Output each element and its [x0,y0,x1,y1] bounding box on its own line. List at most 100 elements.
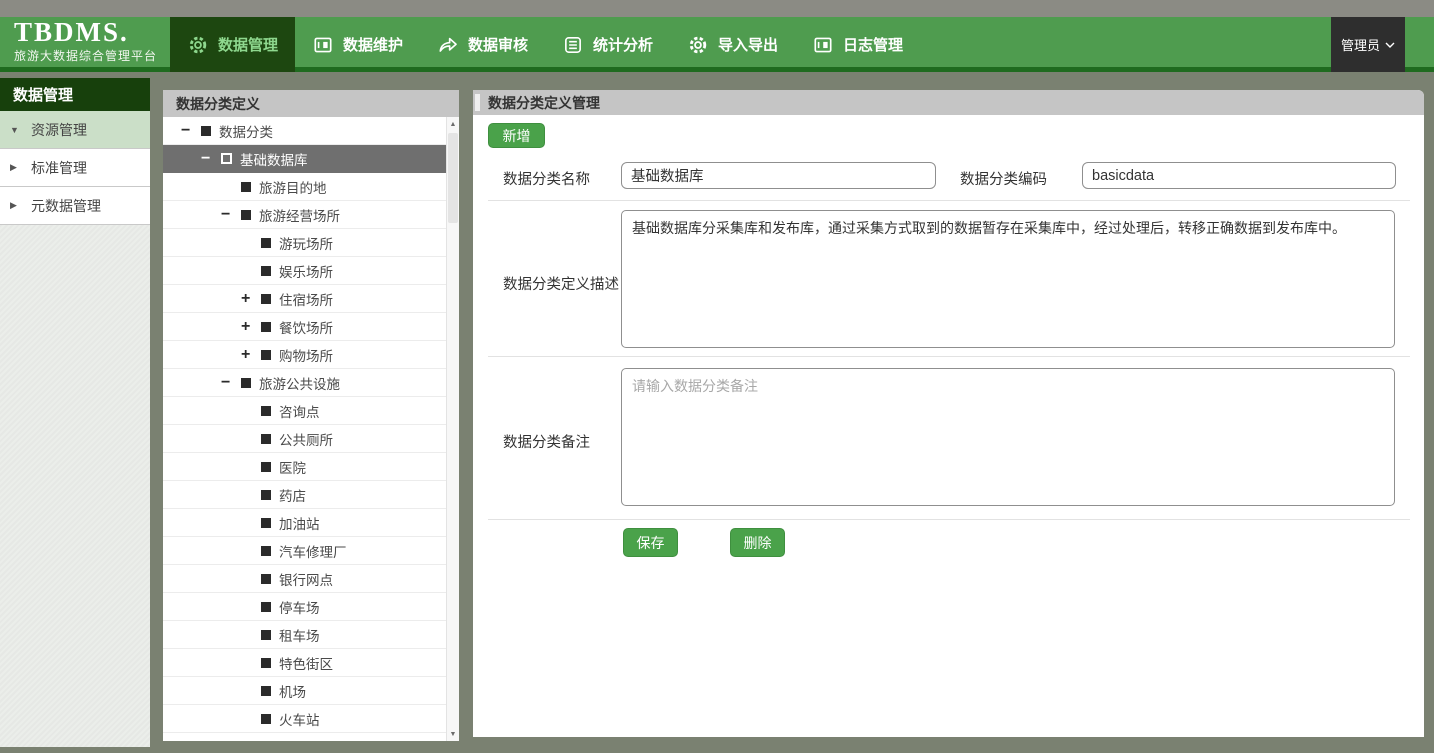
tree-node-13[interactable]: 医院 [163,453,446,481]
sidebar-menu: ▼ 资源管理 ▶标准管理▶元数据管理 [0,111,150,225]
nav-item-5[interactable]: 导入导出 [670,17,795,72]
tree-node-15[interactable]: 加油站 [163,509,446,537]
category-code-input[interactable] [1082,162,1396,189]
category-tree: −数据分类−基础数据库旅游目的地−旅游经营场所游玩场所娱乐场所+住宿场所+餐饮场… [163,117,446,741]
tree-node-label: 旅游经营场所 [259,205,340,225]
save-button[interactable]: 保存 [623,528,678,557]
tree-node-6[interactable]: 娱乐场所 [163,257,446,285]
tree-node-17[interactable]: 银行网点 [163,565,446,593]
tree-node-3[interactable]: 旅游目的地 [163,173,446,201]
tree-node-9[interactable]: + 购物场所 [163,341,446,369]
brand-subtitle: 旅游大数据综合管理平台 [14,47,157,64]
tree-node-label: 汽车站 [279,737,320,742]
tree-node-label: 餐饮场所 [279,317,333,337]
brand-logo: TBDMS. 旅游大数据综合管理平台 [14,18,157,64]
tree-node-label: 停车场 [279,597,320,617]
tree-node-20[interactable]: 特色街区 [163,649,446,677]
triangle-down-icon: ▼ [10,125,20,135]
nav-item-label: 数据维护 [343,34,403,55]
scroll-thumb[interactable] [448,133,458,223]
sidebar-item-1[interactable]: ▼ 资源管理 [0,111,150,149]
add-button[interactable]: 新增 [488,123,545,148]
node-square-icon [261,574,271,584]
tree-node-label: 租车场 [279,625,320,645]
node-square-icon [241,210,251,220]
sidebar-item-3[interactable]: ▶元数据管理 [0,187,150,225]
nav-item-4[interactable]: 统计分析 [545,17,670,72]
category-note-label: 数据分类备注 [503,431,590,452]
tree-node-label: 公共厕所 [279,429,333,449]
tree-node-4[interactable]: − 旅游经营场所 [163,201,446,229]
node-square-icon [261,294,271,304]
category-note-textarea[interactable] [621,368,1395,506]
category-description-textarea[interactable]: 基础数据库分采集库和发布库，通过采集方式取到的数据暂存在采集库中，经过处理后，转… [621,210,1395,348]
tree-node-label: 娱乐场所 [279,261,333,281]
tree-node-8[interactable]: + 餐饮场所 [163,313,446,341]
tree-node-21[interactable]: 机场 [163,677,446,705]
tree-node-14[interactable]: 药店 [163,481,446,509]
share-icon [437,34,459,56]
tree-node-10[interactable]: − 旅游公共设施 [163,369,446,397]
tree-node-19[interactable]: 租车场 [163,621,446,649]
collapse-icon[interactable]: − [221,375,241,391]
divider [488,519,1410,520]
sidebar-item-label: 资源管理 [31,120,87,140]
tree-node-16[interactable]: 汽车修理厂 [163,537,446,565]
tree-node-7[interactable]: +住宿场所 [163,285,446,313]
expand-icon[interactable]: + [241,347,261,363]
tree-scrollbar[interactable]: ▲ ▼ [446,117,459,741]
category-name-input[interactable] [621,162,936,189]
tree-node-22[interactable]: 火车站 [163,705,446,733]
collapse-icon[interactable]: − [221,207,241,223]
node-square-icon [241,182,251,192]
nav-item-2[interactable]: 数据维护 [295,17,420,72]
tree-node-label: 特色街区 [279,653,333,673]
nav-item-label: 日志管理 [843,34,903,55]
nav-item-label: 统计分析 [593,34,653,55]
node-square-icon [261,686,271,696]
nav-item-3[interactable]: 数据审核 [420,17,545,72]
tree-node-11[interactable]: 咨询点 [163,397,446,425]
main-nav: 数据管理 数据维护数据审核 统计分析导入导出 日志管理 [170,17,920,72]
node-square-icon [261,406,271,416]
gear-icon [187,34,209,56]
node-square-icon [261,322,271,332]
news-icon [312,34,334,56]
sidebar-item-label: 元数据管理 [31,196,101,216]
node-square-icon [261,518,271,528]
scroll-up-icon[interactable]: ▲ [447,117,459,131]
tree-node-label: 咨询点 [279,401,320,421]
collapse-icon[interactable]: − [201,151,221,167]
node-square-icon [261,714,271,724]
category-code-label: 数据分类编码 [960,168,1047,189]
scroll-down-icon[interactable]: ▼ [447,727,459,741]
tree-node-1[interactable]: − 数据分类 [163,117,446,145]
nav-item-6[interactable]: 日志管理 [795,17,920,72]
tree-node-label: 医院 [279,457,306,477]
admin-menu-button[interactable]: 管理员 [1331,17,1405,72]
expand-icon[interactable]: + [241,319,261,335]
tree-node-23[interactable]: 汽车站 [163,733,446,741]
tree-node-label: 数据分类 [219,121,273,141]
tree-node-18[interactable]: 停车场 [163,593,446,621]
expand-icon[interactable]: + [241,291,261,307]
tree-panel-header: 数据分类定义 [163,90,459,117]
tree-node-label: 机场 [279,681,306,701]
node-square-icon [261,490,271,500]
brand-title: TBDMS. [14,18,157,46]
sidebar-header: 数据管理 [0,78,150,111]
delete-button[interactable]: 删除 [730,528,785,557]
tree-node-label: 购物场所 [279,345,333,365]
gear-icon [687,34,709,56]
sidebar-item-2[interactable]: ▶标准管理 [0,149,150,187]
tree-node-label: 旅游公共设施 [259,373,340,393]
tree-node-2[interactable]: −基础数据库 [163,145,446,173]
node-square-icon [261,350,271,360]
detail-panel-header: 数据分类定义管理 [473,90,1424,115]
chevron-down-icon [1385,37,1395,52]
collapse-icon[interactable]: − [181,123,201,139]
nav-item-1[interactable]: 数据管理 [170,17,295,72]
node-square-icon [221,153,232,164]
tree-node-5[interactable]: 游玩场所 [163,229,446,257]
tree-node-12[interactable]: 公共厕所 [163,425,446,453]
